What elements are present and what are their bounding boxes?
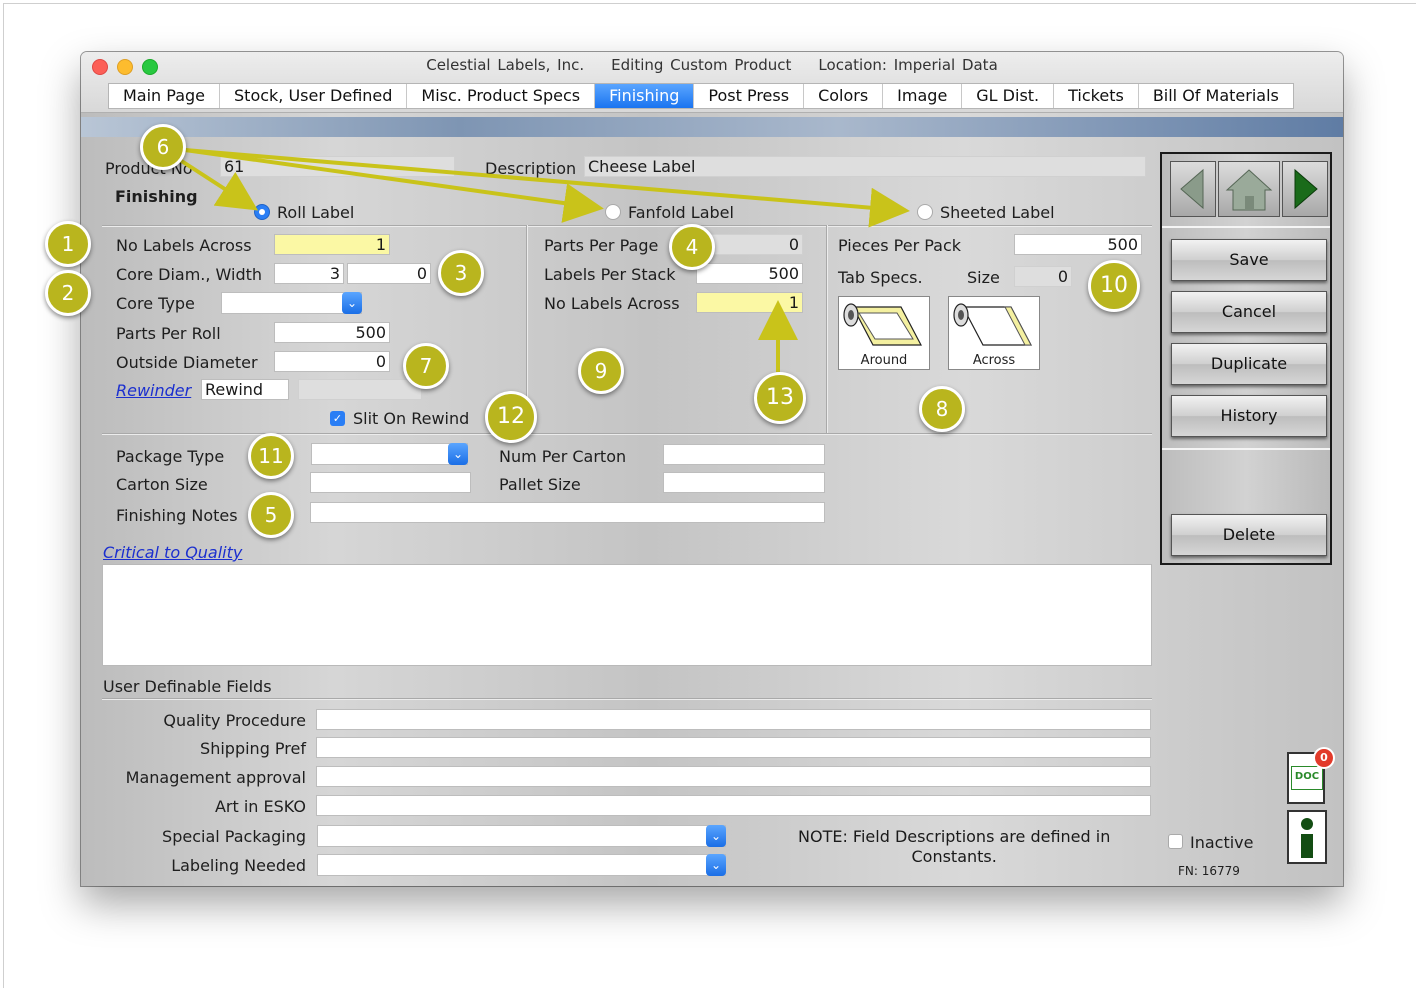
annotation-badge-13: 13 xyxy=(754,372,806,424)
annotation-badge-2: 2 xyxy=(45,270,91,316)
annotation-badge-6: 6 xyxy=(140,124,186,170)
annotation-badge-8: 8 xyxy=(919,386,965,432)
annotation-badge-12: 12 xyxy=(485,391,537,443)
annotation-badge-10: 10 xyxy=(1088,260,1140,312)
annotation-arrows xyxy=(178,148,910,372)
annotation-badge-11: 11 xyxy=(248,433,294,479)
annotation-badge-3: 3 xyxy=(438,250,484,296)
annotation-badge-5: 5 xyxy=(248,492,294,538)
annotation-badge-1: 1 xyxy=(45,221,91,267)
annotation-badge-7: 7 xyxy=(403,343,449,389)
annotation-badge-4: 4 xyxy=(669,224,715,270)
annotation-badge-9: 9 xyxy=(578,348,624,394)
